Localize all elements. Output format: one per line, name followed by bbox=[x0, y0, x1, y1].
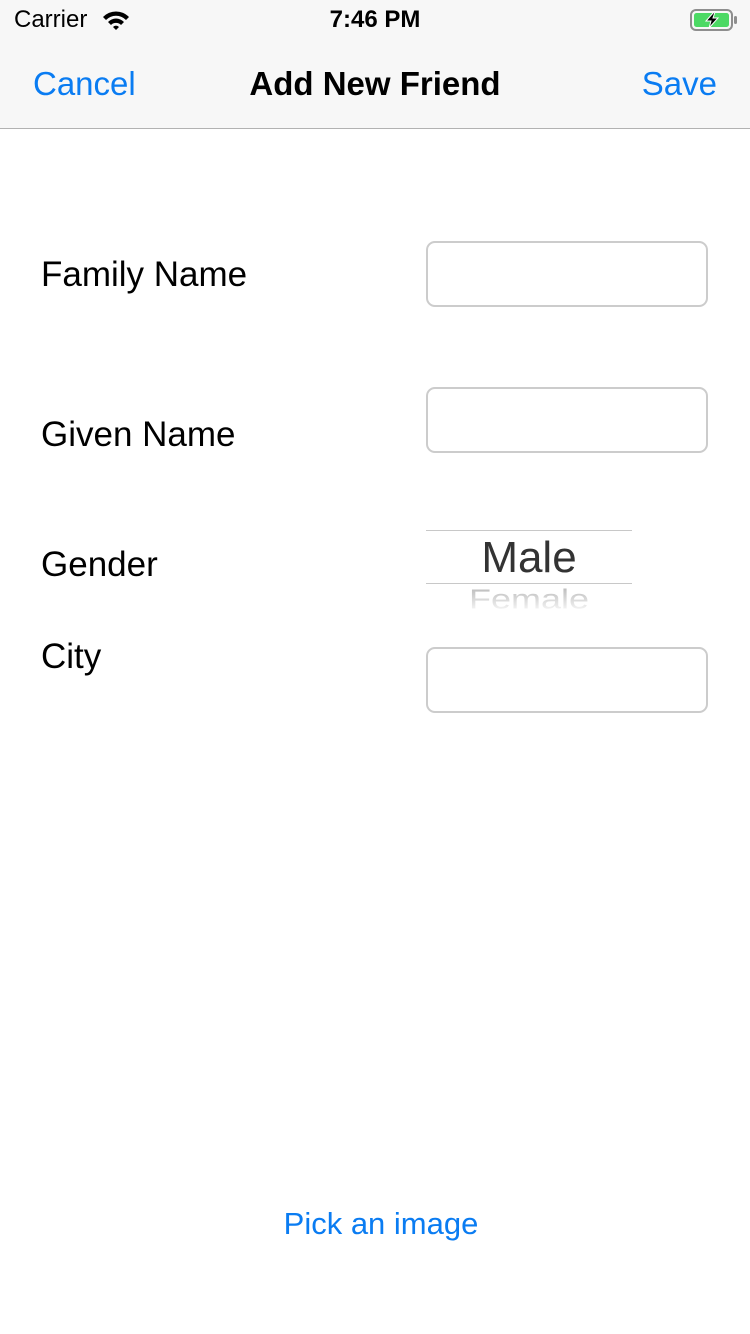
gender-picker-selected[interactable]: Male bbox=[426, 532, 632, 584]
navigation-bar: Cancel Add New Friend Save bbox=[0, 40, 750, 129]
gender-label: Gender bbox=[41, 545, 158, 584]
page-title: Add New Friend bbox=[249, 65, 501, 102]
save-button[interactable]: Save bbox=[642, 64, 717, 104]
pick-image-button[interactable]: Pick an image bbox=[284, 1206, 479, 1241]
picker-top-divider bbox=[426, 530, 632, 531]
battery-charging-icon bbox=[690, 9, 737, 31]
pick-image-container: Pick an image bbox=[0, 1205, 750, 1243]
status-time: 7:46 PM bbox=[329, 6, 421, 33]
given-name-label: Given Name bbox=[41, 415, 236, 454]
family-name-field[interactable] bbox=[426, 241, 708, 307]
gender-picker[interactable]: Male Female bbox=[426, 516, 632, 610]
city-label: City bbox=[41, 637, 102, 676]
city-field[interactable] bbox=[426, 647, 708, 713]
family-name-label: Family Name bbox=[41, 255, 248, 294]
gender-picker-next-option[interactable]: Female bbox=[426, 582, 632, 610]
status-bar: Carrier 7:46 PM bbox=[0, 0, 750, 40]
given-name-field[interactable] bbox=[426, 387, 708, 453]
